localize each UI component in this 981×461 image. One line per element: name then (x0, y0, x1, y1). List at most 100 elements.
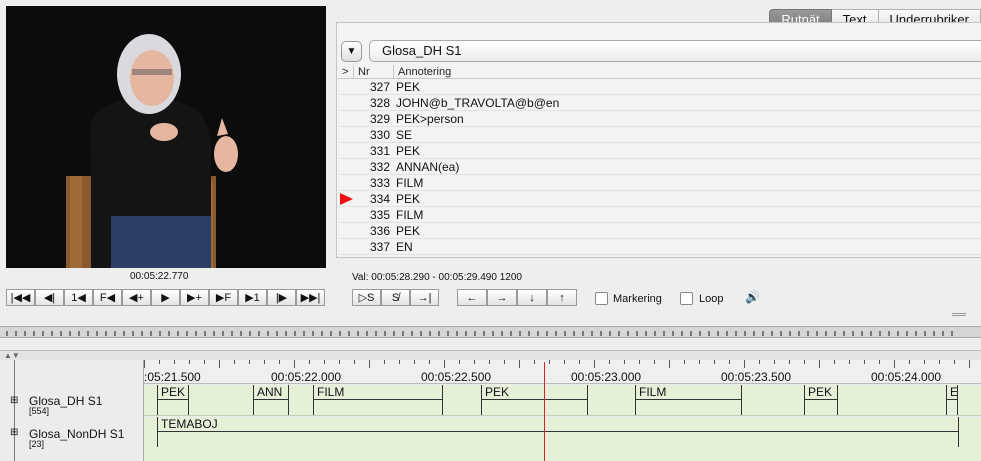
splitter-handle[interactable] (952, 313, 966, 316)
ruler-tick (924, 360, 925, 364)
scrubber-tick (24, 331, 26, 336)
ruler-tick (954, 360, 955, 364)
tier-track-glosa-nondh[interactable]: TEMABOJ (144, 417, 981, 461)
scrubber-tick (123, 331, 125, 336)
row-annotation[interactable]: FILM (394, 207, 423, 222)
grid-row[interactable]: 333 FILM (338, 175, 981, 191)
scrubber-tick (717, 331, 719, 336)
tier-expand-icon[interactable]: ⊞ (10, 395, 18, 406)
annotation-segment[interactable]: ANN (253, 385, 289, 415)
ruler-tick (909, 360, 910, 364)
scrubber-tick (204, 331, 206, 336)
tier-count-glosa-nondh: [23] (29, 439, 45, 449)
grid-row[interactable]: 328 JOHN@b_TRAVOLTA@b@en (338, 95, 981, 111)
timeline-header-bar: ▲▼ (0, 350, 981, 360)
scrubber-tick (951, 331, 953, 336)
play-button[interactable]: ▶ (151, 289, 180, 306)
grid-row[interactable]: 334 PEK (338, 191, 981, 207)
step-back-1-button[interactable]: 1◀ (64, 289, 93, 306)
nav-left-button[interactable]: ← (457, 289, 487, 306)
scrubber-tick (222, 331, 224, 336)
ruler-tick (639, 360, 640, 364)
scrubber-tick (15, 331, 17, 336)
row-marker (338, 143, 354, 158)
col-nr-header[interactable]: Nr (354, 65, 394, 78)
nav-down-button[interactable]: ↓ (517, 289, 547, 306)
grid-row[interactable]: 327 PEK (338, 79, 981, 95)
annotation-segment[interactable]: PEK (804, 385, 838, 415)
row-marker (338, 127, 354, 142)
collapse-arrow-icon[interactable]: ▲▼ (4, 351, 20, 360)
grid-row[interactable]: 336 PEK (338, 223, 981, 239)
ruler-tick (399, 360, 400, 364)
loop-label: Loop (699, 293, 724, 305)
video-viewer[interactable] (6, 6, 326, 268)
grid-header: > Nr Annotering (338, 65, 981, 79)
ruler-tick (219, 360, 220, 368)
grid-row[interactable]: 331 PEK (338, 143, 981, 159)
col-annotation-header[interactable]: Annotering (394, 65, 981, 78)
ruler-tick (669, 360, 670, 368)
ruler-tick (534, 360, 535, 364)
grid-row[interactable]: 337 EN (338, 239, 981, 255)
tier-dropdown-toggle[interactable]: ▼ (341, 41, 362, 62)
tier-track-glosa-dh[interactable]: PEK ANN FILM PEK FILM PEK E (144, 385, 981, 416)
row-annotation[interactable]: PEK (394, 191, 420, 206)
play-selection-button[interactable]: ▷S (352, 289, 381, 306)
nav-right-button[interactable]: → (487, 289, 517, 306)
grid-row[interactable]: 335 FILM (338, 207, 981, 223)
ruler-tick (579, 360, 580, 364)
row-annotation[interactable]: JOHN@b_TRAVOLTA@b@en (394, 95, 559, 110)
scrubber-tick (906, 331, 908, 336)
annotation-segment[interactable]: PEK (481, 385, 588, 415)
ruler-tick-label: 00:05:23.500 (721, 370, 792, 384)
loop-checkbox[interactable] (680, 292, 693, 305)
ruler-tick (324, 360, 325, 364)
grid-row[interactable]: 329 PEK>person (338, 111, 981, 127)
scrubber-tick (564, 331, 566, 336)
annotation-segment[interactable]: E (946, 385, 958, 415)
row-annotation[interactable]: FILM (394, 175, 423, 190)
prev-frame-button[interactable]: ◀| (35, 289, 64, 306)
annotation-segment[interactable]: FILM (313, 385, 443, 415)
prev-annotation-button[interactable]: ◀+ (122, 289, 151, 306)
go-to-begin-button[interactable]: |◀◀ (6, 289, 35, 306)
grid-row[interactable]: 332 ANNAN(ea) (338, 159, 981, 175)
row-annotation[interactable]: PEK (394, 79, 420, 94)
scrubber-tick (177, 331, 179, 336)
row-annotation[interactable]: EN (394, 239, 413, 254)
clear-selection-button[interactable]: S̸ (381, 289, 410, 306)
overview-scrubber[interactable] (0, 326, 981, 338)
speaker-icon[interactable]: 🔊 (745, 290, 760, 304)
annotation-segment[interactable]: FILM (635, 385, 742, 415)
scrubber-tick (753, 331, 755, 336)
ruler-tick (594, 360, 595, 368)
next-annotation-button[interactable]: ▶+ (180, 289, 209, 306)
time-ruler[interactable]: :05:21.500 00:05:22.000 00:05:22.500 00:05:… (144, 360, 981, 384)
scrubber-tick (6, 331, 8, 336)
scrubber-tick (447, 331, 449, 336)
tier-select[interactable]: Glosa_DH S1 (369, 40, 981, 62)
ruler-tick (939, 360, 940, 364)
row-annotation[interactable]: PEK>person (394, 111, 464, 126)
scrubber-tick (312, 331, 314, 336)
go-to-end-button[interactable]: ▶▶| (296, 289, 325, 306)
col-marker-header: > (338, 65, 354, 78)
row-marker (338, 79, 354, 94)
row-annotation[interactable]: PEK (394, 143, 420, 158)
time-cursor[interactable] (544, 362, 545, 461)
row-annotation[interactable]: PEK (394, 223, 420, 238)
step-forward-1-button[interactable]: ▶1 (238, 289, 267, 306)
row-annotation[interactable]: ANNAN(ea) (394, 159, 459, 174)
grid-row[interactable]: 330 SE (338, 127, 981, 143)
next-frame-button[interactable]: |▶ (267, 289, 296, 306)
annotation-segment[interactable]: TEMABOJ (157, 417, 959, 447)
row-annotation[interactable]: SE (394, 127, 412, 142)
tier-expand-icon[interactable]: ⊞ (10, 427, 18, 438)
selection-to-end-button[interactable]: →| (410, 289, 439, 306)
nav-up-button[interactable]: ↑ (547, 289, 577, 306)
markering-checkbox[interactable] (595, 292, 608, 305)
frame-forward-button[interactable]: ▶F (209, 289, 238, 306)
annotation-segment[interactable]: PEK (157, 385, 189, 415)
frame-back-button[interactable]: F◀ (93, 289, 122, 306)
